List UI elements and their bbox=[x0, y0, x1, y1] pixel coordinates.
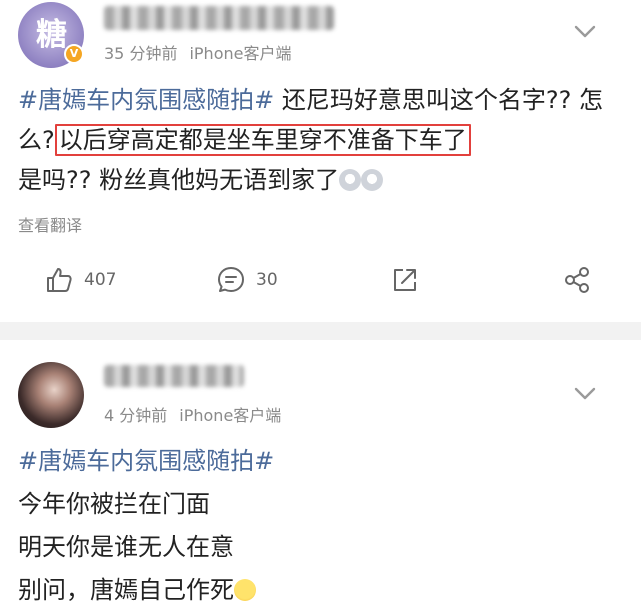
post-meta: 35 分钟前 iPhone客户端 bbox=[104, 40, 291, 64]
highlighted-text: 以后穿高定都是坐车里穿不准备下车了 bbox=[54, 124, 471, 156]
post-time: 35 分钟前 bbox=[104, 44, 178, 63]
hashtag-link[interactable]: #唐嫣车内氛围感随拍# bbox=[18, 86, 274, 114]
post-text: #唐嫣车内氛围感随拍# 今年你被拦在门面 明天你是谁无人在意 别问，唐嫣自己作死 bbox=[18, 440, 618, 602]
hashtag-link[interactable]: #唐嫣车内氛围感随拍# bbox=[18, 447, 274, 475]
repost-button[interactable] bbox=[390, 262, 420, 298]
like-count: 407 bbox=[84, 270, 117, 290]
comment-button[interactable]: 30 bbox=[216, 262, 278, 298]
emoji-icon bbox=[339, 169, 362, 191]
post-card: 糖 V 35 分钟前 iPhone客户端 #唐嫣车内氛围感随拍# 还尼玛好意思叫这… bbox=[0, 0, 641, 322]
post-text-part2: 是吗?? 粉丝真他妈无语到家了 bbox=[18, 166, 340, 194]
chevron-down-icon[interactable] bbox=[570, 20, 600, 42]
post-time: 4 分钟前 bbox=[104, 406, 168, 425]
username-blurred[interactable] bbox=[104, 365, 244, 387]
post-text-line: 明天你是谁无人在意 bbox=[18, 533, 234, 561]
share-button[interactable] bbox=[562, 262, 592, 298]
post-separator bbox=[0, 322, 641, 340]
share-icon bbox=[565, 267, 589, 293]
thinking-emoji-icon bbox=[234, 579, 256, 601]
post-text-line: 别问，唐嫣自己作死 bbox=[18, 576, 234, 602]
translate-link[interactable]: 查看翻译 bbox=[18, 212, 82, 236]
comment-icon bbox=[218, 267, 244, 292]
chevron-down-icon[interactable] bbox=[570, 382, 600, 404]
post-meta: 4 分钟前 iPhone客户端 bbox=[104, 402, 281, 426]
avatar[interactable] bbox=[18, 362, 84, 428]
username-blurred[interactable] bbox=[104, 6, 334, 30]
thumbs-up-icon bbox=[47, 268, 72, 292]
action-bar: 407 30 bbox=[0, 262, 641, 298]
post-text: #唐嫣车内氛围感随拍# 还尼玛好意思叫这个名字?? 怎么? 以后穿高定都是坐车里穿… bbox=[18, 80, 618, 200]
comment-count: 30 bbox=[256, 270, 278, 290]
like-button[interactable]: 407 bbox=[44, 262, 116, 298]
post-source: iPhone客户端 bbox=[179, 406, 282, 425]
post-text-line: 今年你被拦在门面 bbox=[18, 490, 210, 518]
post-card: 4 分钟前 iPhone客户端 #唐嫣车内氛围感随拍# 今年你被拦在门面 明天你是… bbox=[0, 340, 641, 602]
emoji-icon bbox=[361, 169, 384, 191]
post-source: iPhone客户端 bbox=[189, 44, 292, 63]
verified-badge-icon: V bbox=[64, 44, 84, 64]
repost-icon bbox=[394, 269, 416, 291]
